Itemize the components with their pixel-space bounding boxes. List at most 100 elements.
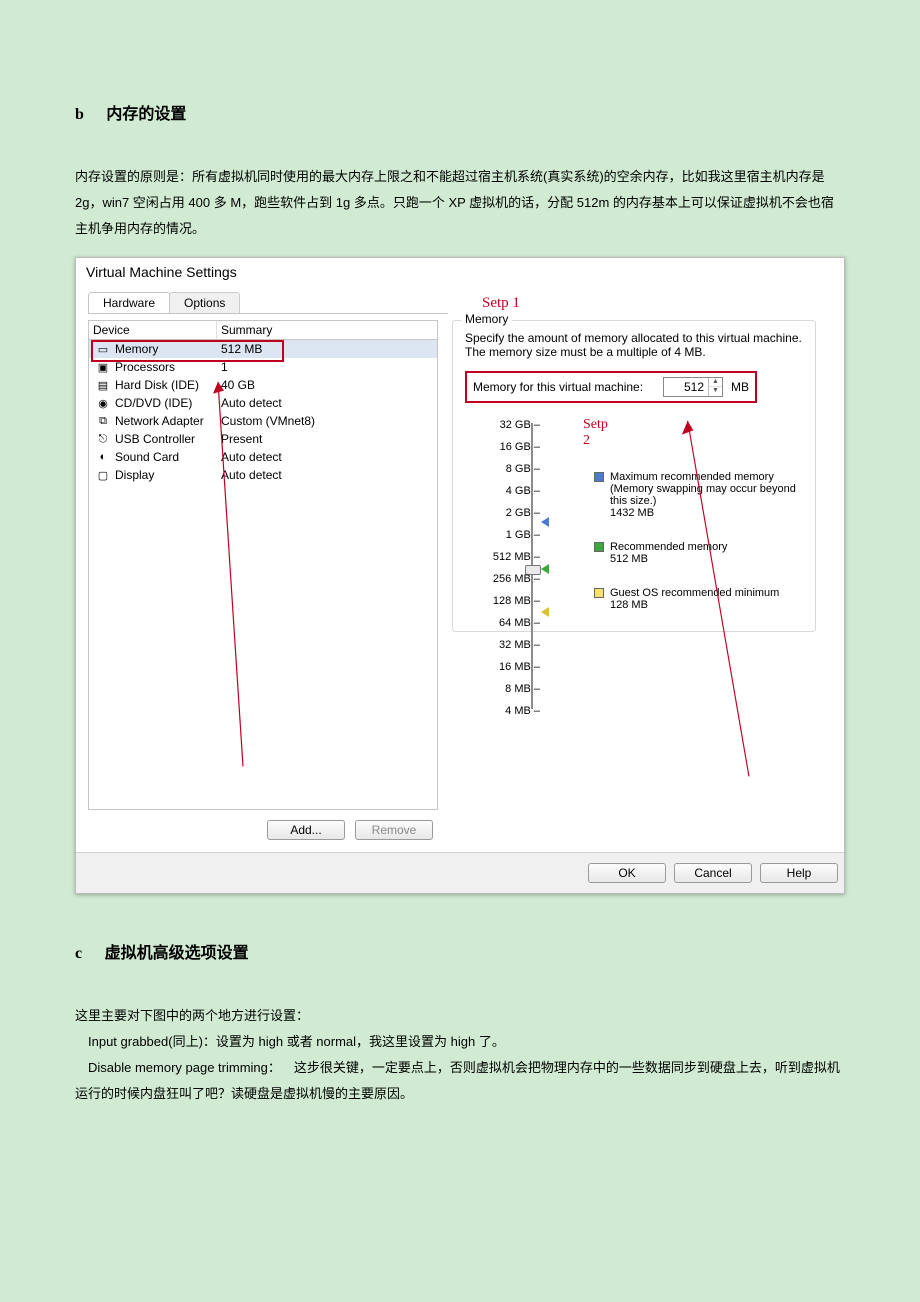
vm-settings-screenshot: Virtual Machine Settings Hardware Option… [75, 257, 845, 894]
device-row[interactable]: ◉ CD/DVD (IDE) Auto detect [89, 394, 437, 412]
col-summary-header: Summary [217, 321, 437, 339]
device-row[interactable]: ▢ Display Auto detect [89, 466, 437, 484]
legend-rec-label: Recommended memory [610, 541, 727, 553]
left-buttons: Add... Remove [88, 814, 438, 840]
device-row[interactable]: ▤ Hard Disk (IDE) 40 GB [89, 376, 437, 394]
cd-icon: ◉ [95, 396, 111, 410]
nic-icon: ⧉ [95, 414, 111, 428]
device-name: Network Adapter [115, 414, 204, 428]
device-name: CD/DVD (IDE) [115, 396, 192, 410]
tabs: Hardware Options [88, 292, 448, 314]
panels: Device Summary ▭ Memory 512 MB ▣ Processors 1… [88, 320, 816, 840]
add-button[interactable]: Add... [267, 820, 345, 840]
memory-desc: Specify the amount of memory allocated t… [465, 331, 803, 359]
section-c-title: 虚拟机高级选项设置 [105, 945, 249, 962]
slider-tick-label: 2 GB – [480, 507, 540, 519]
memory-icon: ▭ [95, 342, 111, 356]
legend-max-value: 1432 MB [610, 507, 803, 519]
help-button[interactable]: Help [760, 863, 838, 883]
section-c-p2: Input grabbed(同上)：设置为 high 或者 normal，我这里… [75, 1029, 845, 1055]
legend-rec: Recommended memory 512 MB [594, 541, 803, 565]
memory-group: Memory Specify the amount of memory allo… [452, 320, 816, 632]
device-name: Processors [115, 360, 175, 374]
swatch-green-icon [594, 542, 604, 552]
window-title: Virtual Machine Settings [76, 258, 844, 284]
cpu-icon: ▣ [95, 360, 111, 374]
slider-tick-label: 256 MB – [480, 573, 540, 585]
device-row[interactable]: ▣ Processors 1 [89, 358, 437, 376]
tab-options[interactable]: Options [169, 292, 240, 313]
swatch-yellow-icon [594, 588, 604, 598]
swatch-blue-icon [594, 472, 604, 482]
device-name: Display [115, 468, 154, 482]
slider-tick-label: 64 MB – [480, 617, 540, 629]
slider-tick-label: 128 MB – [480, 595, 540, 607]
tab-hardware[interactable]: Hardware [88, 292, 170, 313]
slider-tick-label: 32 MB – [480, 639, 540, 651]
legend-min-value: 128 MB [610, 599, 779, 611]
device-summary: 1 [217, 358, 437, 376]
ok-button[interactable]: OK [588, 863, 666, 883]
legend-rec-value: 512 MB [610, 553, 727, 565]
device-summary: Auto detect [217, 448, 437, 466]
slider-tick-label: 16 GB – [480, 441, 540, 453]
hdd-icon: ▤ [95, 378, 111, 392]
sound-icon: ◐ [95, 450, 111, 464]
section-b-title: 内存的设置 [106, 106, 186, 123]
document-page: b 内存的设置 内存设置的原则是：所有虚拟机同时使用的最大内存上限之和不能超过宿… [0, 0, 920, 1302]
memory-unit: MB [731, 380, 749, 394]
slider-tick-label: 16 MB – [480, 661, 540, 673]
slider-tick-label: 1 GB – [480, 529, 540, 541]
section-c: c 虚拟机高级选项设置 这里主要对下图中的两个地方进行设置： Input gra… [75, 939, 845, 1107]
device-name: USB Controller [115, 432, 195, 446]
memory-slider[interactable]: 32 GB –16 GB –8 GB –4 GB –2 GB –1 GB –51… [465, 419, 570, 615]
legend-max-label: Maximum recommended memory [610, 471, 803, 483]
memory-spinner[interactable]: ▲ ▼ [663, 377, 723, 397]
spinner-down-icon[interactable]: ▼ [709, 387, 722, 396]
section-b-paragraph: 内存设置的原则是：所有虚拟机同时使用的最大内存上限之和不能超过宿主机系统(真实系… [75, 164, 845, 242]
slider-tick-label: 4 MB – [480, 705, 540, 717]
device-name: Memory [115, 342, 158, 356]
display-icon: ▢ [95, 468, 111, 482]
step1-annotation: Setp 1 [482, 295, 520, 312]
usb-icon: ⎋ [95, 432, 111, 446]
marker-max-icon [541, 517, 549, 527]
section-c-p1: 这里主要对下图中的两个地方进行设置： [75, 1003, 845, 1029]
legend-min: Guest OS recommended minimum 128 MB [594, 587, 803, 611]
device-summary: 40 GB [217, 376, 437, 394]
device-list-header: Device Summary [89, 321, 437, 340]
spinner-arrows[interactable]: ▲ ▼ [708, 378, 722, 396]
memory-input[interactable] [664, 378, 708, 396]
spinner-up-icon[interactable]: ▲ [709, 378, 722, 387]
right-panel: Memory Specify the amount of memory allo… [452, 320, 816, 840]
step2-annotation: Setp 2 [583, 417, 608, 449]
device-name: Sound Card [115, 450, 179, 464]
device-summary: Auto detect [217, 466, 437, 484]
section-b-id: b [75, 106, 84, 123]
device-list[interactable]: Device Summary ▭ Memory 512 MB ▣ Processors 1… [88, 320, 438, 810]
cancel-button[interactable]: Cancel [674, 863, 752, 883]
memory-slider-area: 32 GB –16 GB –8 GB –4 GB –2 GB –1 GB –51… [465, 419, 803, 615]
device-row[interactable]: ▭ Memory 512 MB [89, 340, 437, 358]
legend-max: Maximum recommended memory (Memory swapp… [594, 471, 803, 519]
section-c-heading: c 虚拟机高级选项设置 [75, 939, 845, 963]
marker-rec-icon [541, 564, 549, 574]
legend-min-label: Guest OS recommended minimum [610, 587, 779, 599]
device-name: Hard Disk (IDE) [115, 378, 199, 392]
device-summary: 512 MB [217, 340, 437, 358]
legend-max-note: (Memory swapping may occur beyond this s… [610, 483, 803, 507]
device-row[interactable]: ◐ Sound Card Auto detect [89, 448, 437, 466]
tabs-row: Hardware Options Setp 1 [88, 292, 816, 314]
device-summary: Custom (VMnet8) [217, 412, 437, 430]
slider-tick-label: 4 GB – [480, 485, 540, 497]
remove-button[interactable]: Remove [355, 820, 433, 840]
memory-input-label: Memory for this virtual machine: [473, 380, 657, 394]
memory-group-title: Memory [461, 312, 512, 326]
device-summary: Auto detect [217, 394, 437, 412]
slider-tick-label: 32 GB – [480, 419, 540, 431]
device-row[interactable]: ⧉ Network Adapter Custom (VMnet8) [89, 412, 437, 430]
slider-tick-label: 512 MB – [480, 551, 540, 563]
device-row[interactable]: ⎋USB ControllerPresent [89, 430, 437, 448]
section-c-p3: Disable memory page trimming： 这步很关键，一定要点… [75, 1055, 845, 1107]
memory-input-row: Memory for this virtual machine: ▲ ▼ MB [465, 371, 757, 403]
